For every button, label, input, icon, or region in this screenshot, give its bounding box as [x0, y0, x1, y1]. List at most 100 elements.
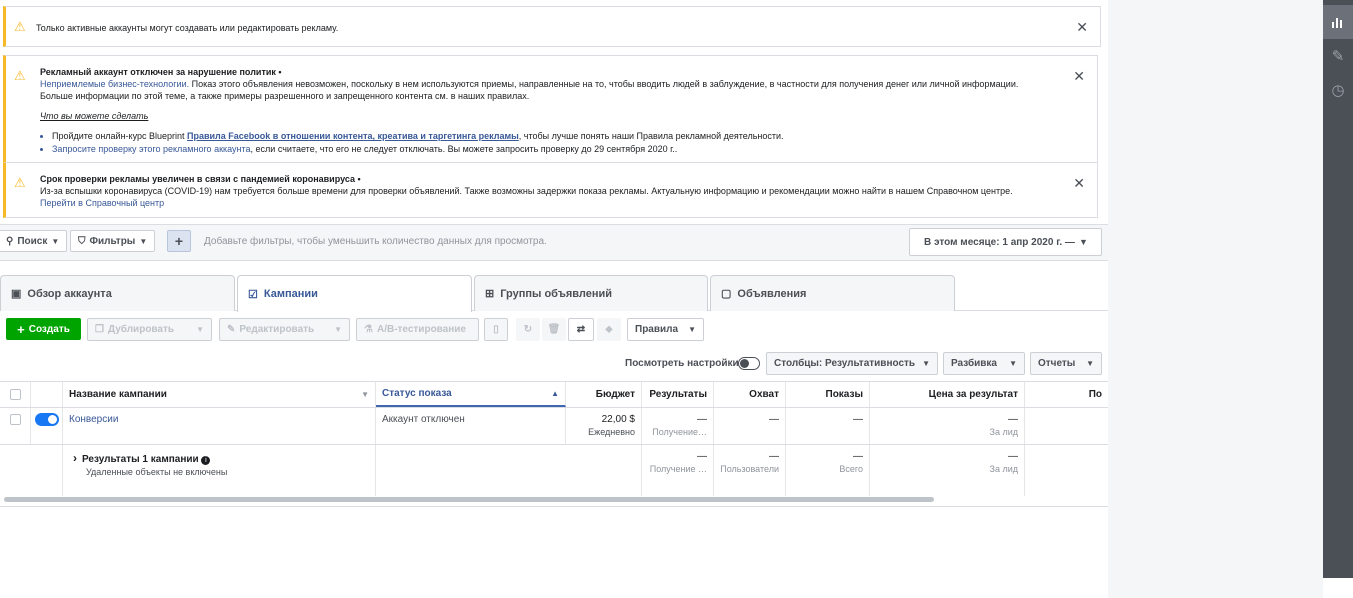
what-to-do-link[interactable]: Что вы можете сделать — [40, 111, 148, 121]
cost-value: — — [1008, 414, 1018, 425]
blueprint-link[interactable]: Правила Facebook в отношении контента, к… — [187, 131, 519, 141]
column-header-label: Цена за результат — [928, 389, 1018, 400]
summary-spacer — [0, 445, 63, 496]
tab-account-overview[interactable]: ▣ Обзор аккаунта — [0, 275, 235, 311]
summary-results-cell: — Получение … — [642, 445, 714, 496]
side-rail: ✎ ◷ — [1323, 0, 1353, 578]
rules-button[interactable]: Правила ▼ — [627, 318, 704, 341]
date-range-button[interactable]: В этом месяце: 1 апр 2020 г. — ▼ — [909, 228, 1102, 256]
pencil-icon[interactable]: ✎ — [1323, 39, 1353, 73]
reports-button[interactable]: Отчеты ▼ — [1030, 352, 1102, 375]
column-header-reach[interactable]: Охват — [714, 382, 786, 407]
tab-ads[interactable]: ▢ Объявления — [710, 275, 955, 311]
create-button[interactable]: + Создать — [6, 318, 81, 340]
results-value: — — [697, 414, 707, 425]
filters-label: Фильтры — [89, 235, 136, 247]
columns-button[interactable]: Столбцы: Результативность ▼ — [766, 352, 938, 375]
chevron-down-icon: ▼ — [334, 325, 342, 334]
budget-cell: 22,00 $ Ежедневно — [566, 408, 642, 444]
clock-icon[interactable]: ◷ — [1323, 73, 1353, 107]
summary-results: — — [697, 451, 707, 462]
campaign-name-cell: Конверсии — [63, 408, 376, 444]
row-toggle-cell[interactable] — [31, 408, 63, 444]
breakdown-button[interactable]: Разбивка ▼ — [943, 352, 1025, 375]
filters-button[interactable]: ⛉ Фильтры ▼ — [70, 230, 156, 252]
undo-button[interactable]: ↻ — [516, 318, 540, 341]
edit-label: Редактировать — [239, 324, 315, 335]
edit-button[interactable]: ✎ Редактировать ▼ — [219, 318, 350, 341]
summary-cost: — — [1008, 451, 1018, 462]
right-background — [1108, 0, 1323, 598]
ads-icon: ▢ — [721, 288, 732, 300]
filter-placeholder[interactable]: Добавьте фильтры, чтобы уменьшить количе… — [204, 236, 547, 247]
chart-icon[interactable] — [1323, 5, 1353, 39]
chevron-down-icon: ▼ — [922, 359, 930, 368]
clipboard-button[interactable]: ▯ — [484, 318, 508, 341]
duplicate-icon: ❐ — [95, 324, 104, 335]
select-all-checkbox[interactable] — [0, 382, 31, 407]
column-header-name[interactable]: Название кампании ▼ — [63, 382, 376, 407]
tag-button[interactable]: ⬥ — [597, 318, 621, 341]
delete-button[interactable]: 🗑 — [542, 318, 566, 341]
notice-policy-link[interactable]: Неприемлемые бизнес-технологии. — [40, 79, 189, 89]
checkbox[interactable] — [9, 389, 21, 400]
horizontal-scrollbar[interactable] — [4, 497, 934, 502]
column-header-impressions[interactable]: Показы — [786, 382, 870, 407]
export-icon: ⇄ — [576, 324, 586, 335]
tab-label: Объявления — [737, 287, 807, 300]
tab-label: Обзор аккаунта — [27, 287, 112, 300]
table-row[interactable]: Конверсии Аккаунт отключен 22,00 $ Ежедне… — [0, 408, 1108, 445]
search-button[interactable]: ⚲ Поиск ▼ — [0, 230, 68, 252]
info-icon[interactable]: i — [201, 456, 211, 465]
column-header-label: Статус показа — [382, 388, 452, 399]
warning-icon: ⚠ — [14, 19, 26, 34]
chevron-down-icon: ▼ — [1078, 237, 1088, 247]
notice-policy: ⚠ Рекламный аккаунт отключен за нарушени… — [3, 55, 1098, 162]
column-header-results[interactable]: Результаты — [642, 382, 714, 407]
ab-test-button[interactable]: ⚗ A/B-тестирование — [356, 318, 479, 341]
expand-icon[interactable]: › — [73, 451, 77, 465]
table-header: Название кампании ▼ Статус показа ▲ Бюджет… — [0, 381, 1108, 408]
column-header-status[interactable]: Статус показа ▲ — [376, 382, 566, 407]
tab-ad-sets[interactable]: ⊞ Группы объявлений — [474, 275, 708, 311]
view-settings-toggle[interactable] — [738, 357, 760, 370]
export-button[interactable]: ⇄ — [568, 318, 594, 341]
undo-icon: ↻ — [523, 324, 533, 335]
chevron-down-icon: ▼ — [1086, 359, 1094, 368]
column-header-label: Охват — [749, 389, 779, 400]
reach-value: — — [769, 414, 779, 425]
create-label: Создать — [28, 323, 70, 335]
summary-more-cell — [1025, 445, 1108, 496]
summary-reach-sub: Пользователи — [720, 464, 779, 474]
checkbox[interactable] — [9, 414, 21, 425]
view-settings-label: Посмотреть настройки — [625, 358, 739, 369]
row-checkbox-cell[interactable] — [0, 408, 31, 444]
toggle-column-header — [31, 382, 63, 407]
column-header-budget[interactable]: Бюджет — [566, 382, 642, 407]
add-filter-button[interactable]: + — [167, 230, 191, 252]
filter-icon: ⛉ — [78, 235, 86, 247]
summary-title: Результаты 1 кампании — [82, 454, 199, 465]
summary-impressions: — — [853, 451, 863, 462]
trash-icon: 🗑 — [547, 324, 561, 335]
summary-row: › Результаты 1 кампании i Удаленные объек… — [0, 445, 1108, 496]
bullet2-suffix: , если считаете, что его не следует откл… — [250, 144, 678, 154]
tab-label: Группы объявлений — [500, 287, 613, 300]
summary-cost-cell: — За лид — [870, 445, 1025, 496]
request-review-link[interactable]: Запросите проверку этого рекламного акка… — [52, 144, 251, 154]
close-icon[interactable]: ✕ — [1073, 175, 1085, 192]
close-icon[interactable]: ✕ — [1073, 68, 1085, 85]
campaign-name-link[interactable]: Конверсии — [69, 414, 118, 425]
notice-inactive: ⚠ Только активные аккаунты могут создава… — [3, 6, 1101, 47]
column-header-more[interactable]: По — [1025, 382, 1108, 407]
notice-covid-body: Из-за вспышки коронавируса (COVID-19) на… — [40, 186, 1013, 196]
tab-campaigns[interactable]: ☑ Кампании — [237, 275, 472, 312]
column-header-label: По — [1088, 389, 1102, 400]
close-icon[interactable]: ✕ — [1076, 19, 1088, 36]
campaign-toggle[interactable] — [35, 413, 59, 426]
column-header-cost[interactable]: Цена за результат — [870, 382, 1025, 407]
summary-cost-sub: За лид — [989, 464, 1018, 474]
sort-ascending-icon: ▲ — [551, 389, 559, 398]
duplicate-button[interactable]: ❐ Дублировать ▼ — [87, 318, 212, 341]
help-center-link[interactable]: Перейти в Справочный центр — [40, 198, 164, 208]
